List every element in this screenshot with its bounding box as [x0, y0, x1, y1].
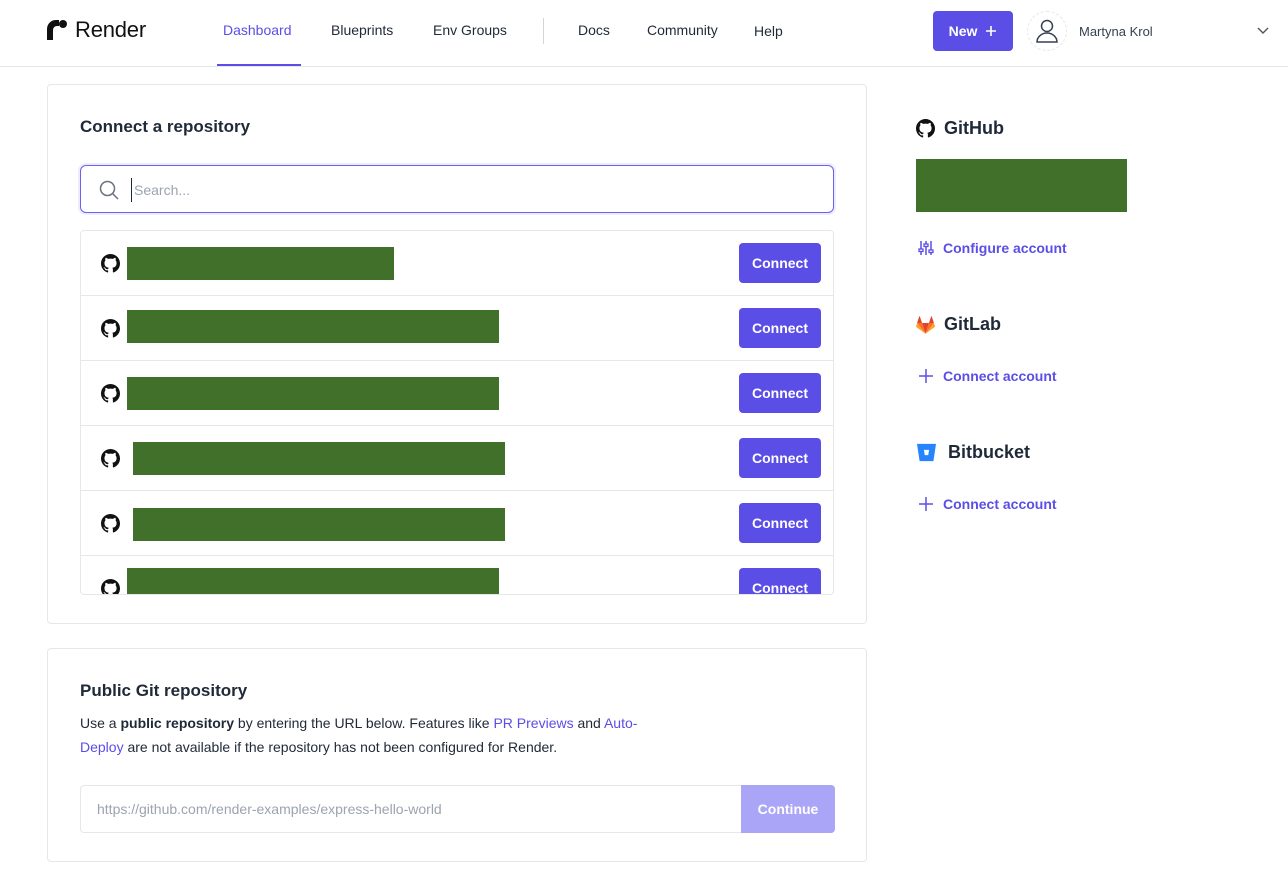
pr-previews-link[interactable]: PR Previews [493, 715, 573, 731]
github-label: GitHub [944, 118, 1004, 138]
auto-deploy-link-cont[interactable]: Deploy [80, 739, 124, 755]
connect-button[interactable]: Connect [739, 243, 821, 283]
top-navigation-bar: Render Dashboard Blueprints Env Groups D… [0, 0, 1288, 67]
user-name[interactable]: Martyna Krol [1079, 24, 1153, 39]
github-account-redacted [916, 159, 1127, 212]
repository-row: Connect [81, 491, 833, 556]
gitlab-icon [916, 315, 935, 334]
repository-row: Connect [81, 426, 833, 491]
configure-account-link[interactable]: Configure account [918, 240, 1067, 256]
desc-bold: public repository [120, 715, 235, 731]
brand-name: Render [75, 17, 146, 42]
sliders-icon [918, 241, 934, 255]
configure-account-label: Configure account [943, 240, 1067, 256]
gitlab-connect-account-link[interactable]: Connect account [918, 368, 1057, 384]
auto-deploy-link[interactable]: Auto- [604, 715, 637, 731]
bitbucket-connect-account-link[interactable]: Connect account [918, 496, 1057, 512]
gitlab-connect-label: Connect account [943, 368, 1057, 384]
repo-search-box[interactable] [80, 165, 834, 213]
desc-text: Use a [80, 715, 121, 731]
nav-env-groups[interactable]: Env Groups [433, 22, 507, 38]
github-icon [101, 319, 120, 338]
repository-row: Connect [81, 296, 833, 361]
repo-search-input[interactable] [131, 178, 811, 202]
repository-name-redacted [127, 377, 499, 410]
repository-url-input[interactable] [80, 785, 741, 833]
desc-text: are not available if the repository has … [123, 739, 558, 755]
connect-button[interactable]: Connect [739, 438, 821, 478]
nav-community[interactable]: Community [647, 22, 718, 38]
bitbucket-connect-label: Connect account [943, 496, 1057, 512]
new-button-label: New [948, 23, 978, 39]
github-icon [101, 579, 120, 594]
repository-name-redacted [127, 247, 394, 280]
nav-help[interactable]: Help [754, 23, 783, 39]
repository-row: Connect [81, 231, 833, 296]
gitlab-label: GitLab [944, 314, 1001, 334]
repository-row: Connect [81, 361, 833, 426]
bitbucket-provider-heading: Bitbucket [916, 442, 1030, 463]
search-icon [99, 180, 119, 200]
connect-button[interactable]: Connect [739, 568, 821, 594]
connect-repository-title: Connect a repository [80, 117, 251, 136]
active-tab-underline [217, 64, 301, 66]
bitbucket-label: Bitbucket [948, 442, 1031, 462]
repository-name-redacted [133, 442, 505, 475]
bitbucket-icon [917, 443, 936, 462]
desc-text: and [573, 715, 604, 731]
render-logo[interactable]: Render [47, 17, 146, 43]
public-git-repository-card: Public Git repository Use a public repos… [47, 648, 867, 862]
connect-repository-card: Connect a repository Connect Connect Con… [47, 84, 867, 624]
connect-button[interactable]: Connect [739, 503, 821, 543]
user-icon [1036, 19, 1058, 43]
public-repository-title: Public Git repository [80, 681, 248, 700]
new-button[interactable]: New [933, 11, 1013, 51]
nav-dashboard[interactable]: Dashboard [223, 22, 292, 38]
connect-button[interactable]: Connect [739, 373, 821, 413]
github-icon [101, 384, 120, 403]
nav-blueprints[interactable]: Blueprints [331, 22, 393, 38]
plus-icon [919, 369, 933, 383]
connect-button[interactable]: Connect [739, 308, 821, 348]
public-repository-description: Use a public repository by entering the … [80, 711, 680, 759]
desc-text: by entering the URL below. Features like [234, 715, 494, 731]
repository-name-redacted [127, 310, 499, 343]
github-icon [101, 514, 120, 533]
github-icon [101, 449, 120, 468]
continue-button[interactable]: Continue [741, 785, 835, 833]
plus-icon [919, 497, 933, 511]
repository-row: Connect [81, 556, 833, 594]
nav-docs[interactable]: Docs [578, 22, 610, 38]
repository-name-redacted [127, 568, 499, 594]
github-icon [916, 119, 935, 138]
user-avatar[interactable] [1027, 11, 1067, 51]
github-provider-heading: GitHub [916, 118, 1004, 139]
nav-divider [543, 18, 544, 44]
plus-icon [986, 26, 997, 36]
chevron-down-icon[interactable] [1256, 23, 1270, 37]
render-logo-icon [47, 20, 67, 40]
gitlab-provider-heading: GitLab [916, 314, 1001, 335]
repository-list[interactable]: Connect Connect Connect Connect Connect [80, 230, 834, 595]
github-icon [101, 254, 120, 273]
repository-name-redacted [133, 508, 505, 541]
